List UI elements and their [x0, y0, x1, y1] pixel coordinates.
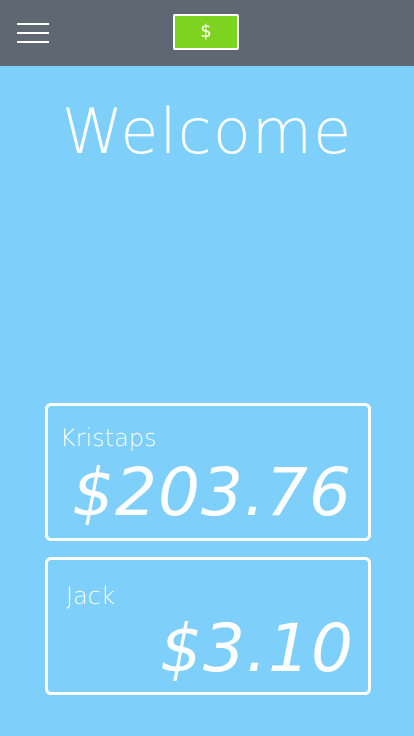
- menu-line: [17, 23, 49, 25]
- menu-line: [17, 32, 49, 34]
- balance-card-amount: $203.76: [72, 454, 352, 531]
- top-navigation-bar: $: [0, 0, 414, 66]
- balance-card-amount: $3.10: [160, 610, 354, 687]
- page-title: Welcome: [61, 95, 353, 168]
- balance-card-kristaps[interactable]: Kristaps $203.76: [45, 403, 371, 541]
- balance-card-jack[interactable]: Jack $3.10: [45, 557, 371, 695]
- hamburger-menu-icon[interactable]: [17, 23, 49, 43]
- balance-card-name: Kristaps: [60, 424, 157, 452]
- balance-card-name: Jack: [66, 582, 115, 610]
- menu-line: [17, 41, 49, 43]
- currency-button[interactable]: $: [173, 14, 239, 50]
